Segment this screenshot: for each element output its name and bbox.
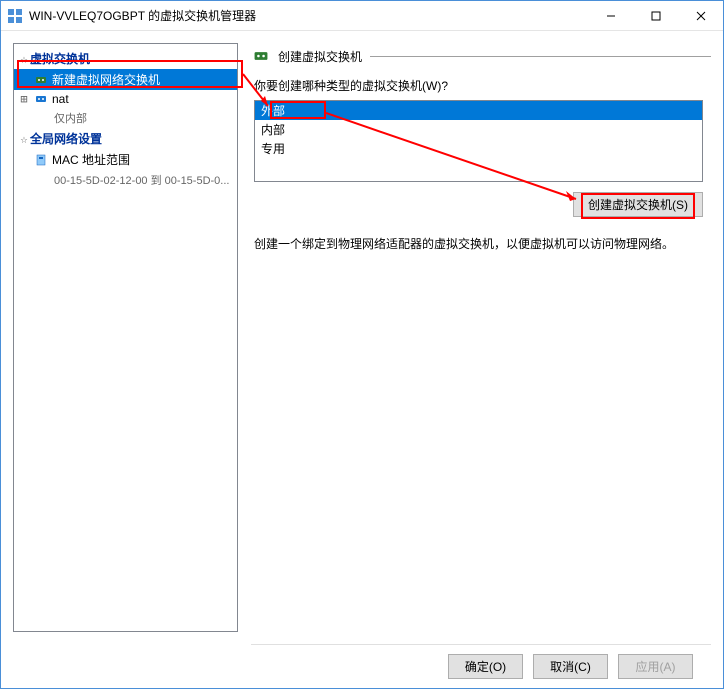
tree-item-sublabel: 仅内部: [54, 110, 87, 126]
window-title: WIN-VVLEQ7OGBPT 的虚拟交换机管理器: [29, 7, 588, 24]
minimize-button[interactable]: [588, 1, 633, 30]
nic-icon: [34, 153, 48, 167]
titlebar: WIN-VVLEQ7OGBPT 的虚拟交换机管理器: [1, 1, 723, 31]
switch-type-list[interactable]: 外部 内部 专用: [254, 100, 703, 182]
maximize-button[interactable]: [633, 1, 678, 30]
tree-item-mac-sub: 00-15-5D-02-12-00 到 00-15-5D-0...: [14, 170, 237, 190]
tree-item-sublabel: 00-15-5D-02-12-00 到 00-15-5D-0...: [54, 172, 229, 188]
dialog-footer: 确定(O) 取消(C) 应用(A): [251, 644, 711, 688]
tree-section-label: 虚拟交换机: [30, 50, 90, 67]
switch-icon: [34, 73, 48, 87]
tree-item-nat[interactable]: ⊞ nat: [14, 90, 237, 108]
create-switch-button[interactable]: 创建虚拟交换机(S): [573, 192, 703, 217]
tree-item-label: nat: [52, 92, 69, 106]
list-item-private[interactable]: 专用: [255, 139, 702, 158]
tree-pane: ☆ 虚拟交换机 新建虚拟网络交换机 ⊞ nat 仅内部 ☆ 全局网络设置 MA: [13, 43, 238, 632]
expand-icon: ⊞: [18, 92, 30, 106]
divider: [370, 56, 711, 57]
prompt-label: 你要创建哪种类型的虚拟交换机(W)?: [254, 77, 703, 94]
tree-item-label: 新建虚拟网络交换机: [52, 71, 160, 88]
tree-section-label: 全局网络设置: [30, 130, 102, 147]
tree-item-label: MAC 地址范围: [52, 151, 130, 168]
switch-icon: [34, 92, 48, 106]
list-item-internal[interactable]: 内部: [255, 120, 702, 139]
tree-item-nat-sub: 仅内部: [14, 108, 237, 128]
detail-pane: 创建虚拟交换机 你要创建哪种类型的虚拟交换机(W)? 外部 内部 专用 创建虚拟…: [246, 43, 711, 632]
description-text: 创建一个绑定到物理网络适配器的虚拟交换机，以便虚拟机可以访问物理网络。: [254, 235, 703, 253]
list-item-external[interactable]: 外部: [255, 101, 702, 120]
tree-section-global[interactable]: ☆ 全局网络设置: [14, 128, 237, 149]
collapse-icon: ☆: [18, 52, 30, 66]
close-button[interactable]: [678, 1, 723, 30]
panel-title: 创建虚拟交换机: [278, 48, 362, 65]
cancel-button[interactable]: 取消(C): [533, 654, 608, 679]
app-icon: [7, 8, 23, 24]
tree-item-new-switch[interactable]: 新建虚拟网络交换机: [14, 69, 237, 90]
ok-button[interactable]: 确定(O): [448, 654, 523, 679]
tree-item-mac-range[interactable]: MAC 地址范围: [14, 149, 237, 170]
collapse-icon: ☆: [18, 132, 30, 146]
tree-section-virtual-switches[interactable]: ☆ 虚拟交换机: [14, 48, 237, 69]
switch-icon: [252, 47, 270, 65]
apply-button[interactable]: 应用(A): [618, 654, 693, 679]
